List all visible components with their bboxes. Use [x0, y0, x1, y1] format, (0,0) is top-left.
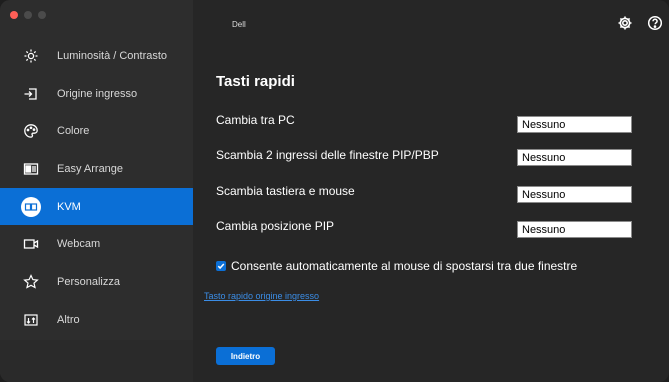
brightness-icon [21, 46, 41, 66]
help-icon[interactable] [647, 15, 663, 31]
sidebar-item-label: Origine ingresso [57, 87, 138, 100]
sidebar-item-other[interactable]: Altro [0, 301, 193, 339]
kvm-icon [21, 196, 41, 217]
hotkey-field-switch-pc[interactable] [517, 116, 632, 133]
input-source-hotkey-link[interactable]: Tasto rapido origine ingresso [204, 291, 319, 301]
sidebar-nav: Luminosità / Contrasto Origine ingresso … [0, 37, 193, 339]
auto-mouse-move-option[interactable]: Consente automaticamente al mouse di spo… [216, 259, 577, 273]
minimize-window-button[interactable] [24, 11, 32, 19]
hotkey-label-switch-pc: Cambia tra PC [216, 113, 295, 127]
hotkey-label-swap-pip-pbp: Scambia 2 ingressi delle finestre PIP/PB… [216, 148, 439, 162]
main-panel: Dell Tasti rapidi Cambia tra PC Scambia … [193, 0, 669, 382]
window-controls [10, 11, 46, 19]
hotkey-label-pip-position: Cambia posizione PIP [216, 219, 335, 233]
other-icon [21, 310, 41, 330]
sidebar-item-label: Easy Arrange [57, 162, 124, 175]
auto-mouse-move-checkbox[interactable] [216, 261, 226, 271]
sidebar-item-label: Colore [57, 125, 90, 138]
sidebar-item-label: Webcam [57, 238, 101, 251]
app-brand: Dell [232, 20, 246, 29]
hotkey-field-pip-position[interactable] [517, 221, 632, 238]
page-title: Tasti rapidi [216, 73, 295, 90]
back-button[interactable]: Indietro [216, 347, 275, 365]
webcam-icon [21, 234, 41, 254]
app-window: Luminosità / Contrasto Origine ingresso … [0, 0, 669, 382]
sidebar-item-kvm[interactable]: KVM [0, 187, 193, 226]
zoom-window-button[interactable] [38, 11, 46, 19]
header-actions [617, 15, 663, 31]
sidebar-item-input-source[interactable]: Origine ingresso [0, 75, 193, 113]
star-icon [21, 272, 41, 292]
color-icon [21, 121, 41, 141]
sidebar-item-color[interactable]: Colore [0, 112, 193, 150]
sidebar-item-easy-arrange[interactable]: Easy Arrange [0, 150, 193, 188]
sidebar-footer [0, 340, 193, 382]
sidebar-item-webcam[interactable]: Webcam [0, 225, 193, 263]
sidebar: Luminosità / Contrasto Origine ingresso … [0, 0, 193, 382]
sidebar-item-personalize[interactable]: Personalizza [0, 263, 193, 301]
checkbox-label: Consente automaticamente al mouse di spo… [231, 259, 578, 273]
close-window-button[interactable] [10, 11, 18, 19]
easy-arrange-icon [21, 159, 41, 179]
input-source-icon [21, 84, 41, 104]
hotkey-field-swap-keyboard-mouse[interactable] [517, 186, 632, 203]
hotkey-label-swap-keyboard-mouse: Scambia tastiera e mouse [216, 184, 355, 198]
sidebar-item-label: Altro [57, 313, 80, 326]
gear-icon[interactable] [617, 15, 633, 31]
sidebar-item-brightness-contrast[interactable]: Luminosità / Contrasto [0, 37, 193, 75]
sidebar-item-label: Personalizza [57, 275, 120, 288]
hotkey-field-swap-pip-pbp[interactable] [517, 149, 632, 166]
sidebar-item-label: Luminosità / Contrasto [57, 49, 168, 62]
sidebar-item-label: KVM [57, 200, 81, 213]
